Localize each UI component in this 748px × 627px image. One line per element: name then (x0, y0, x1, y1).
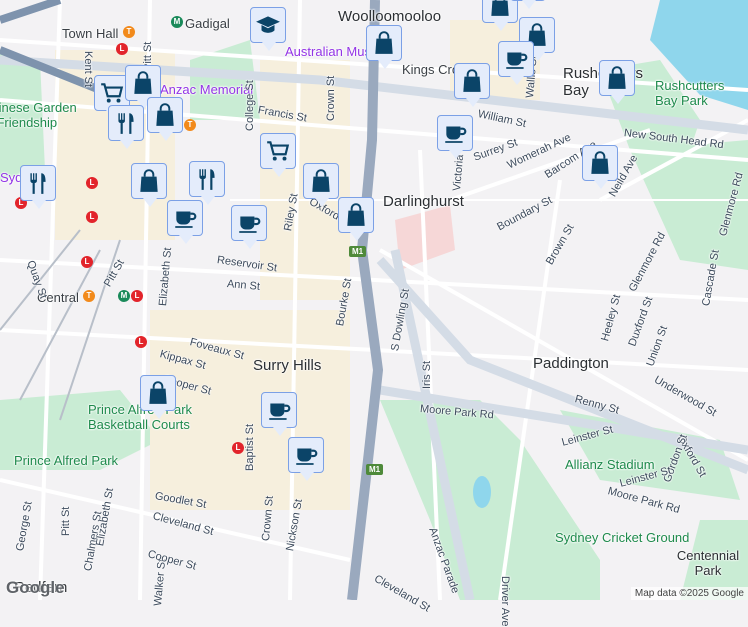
shopping-bag-marker[interactable] (454, 63, 490, 107)
google-logo: Google (6, 578, 65, 597)
shopping-bag-marker[interactable] (303, 163, 339, 207)
cafe-marker[interactable] (288, 437, 324, 481)
restaurant-icon (25, 170, 51, 196)
restaurant-marker[interactable] (189, 161, 225, 205)
shopping-bag-icon (343, 202, 369, 228)
cafe-icon (503, 46, 529, 72)
poi-anzac-memorial[interactable]: Anzac Memorial (160, 82, 253, 97)
cafe-icon (172, 205, 198, 231)
shopping-bag-icon (130, 70, 156, 96)
shopping-bag-icon (145, 380, 171, 406)
light-rail-icon[interactable]: L (81, 256, 93, 268)
poi-sydney-cricket-ground[interactable]: Sydney Cricket Ground (555, 530, 689, 545)
street-label: Crown St (325, 75, 337, 121)
shopping-bag-icon (487, 0, 513, 18)
metro-icon[interactable]: M (118, 290, 130, 302)
shopping-bag-marker[interactable] (147, 97, 183, 141)
train-icon[interactable]: T (184, 119, 196, 131)
restaurant-marker[interactable] (20, 165, 56, 209)
cafe-marker[interactable] (231, 205, 267, 249)
cafe-icon (442, 120, 468, 146)
cafe-icon (236, 210, 262, 236)
restaurant-icon (194, 166, 220, 192)
shopping-bag-marker[interactable] (582, 145, 618, 189)
shopping-bag-icon (136, 168, 162, 194)
station-town-hall[interactable]: Town Hall (62, 26, 118, 41)
shopping-bag-marker[interactable] (125, 65, 161, 109)
light-rail-icon[interactable]: L (232, 442, 244, 454)
park-rushcutters-bay[interactable]: Rushcutters Bay Park (655, 78, 745, 108)
train-icon[interactable]: T (123, 26, 135, 38)
shopping-bag-marker[interactable] (366, 25, 402, 69)
shopping-bag-icon (604, 65, 630, 91)
shopping-bag-icon (308, 168, 334, 194)
street-label: Baptist St (244, 423, 256, 471)
poi-allianz-stadium[interactable]: Allianz Stadium (565, 457, 655, 472)
school-marker[interactable] (250, 7, 286, 51)
park-prince-alfred[interactable]: Prince Alfred Park (14, 453, 118, 468)
shopping-bag-icon (371, 30, 397, 56)
shopping-bag-marker[interactable] (338, 197, 374, 241)
map-attribution[interactable]: Map data ©2025 Google (630, 587, 748, 600)
poi-centennial-park[interactable]: Centennial Park (673, 548, 743, 578)
cafe-marker[interactable] (437, 115, 473, 159)
shopping-bag-marker[interactable] (131, 163, 167, 207)
shopping-cart-marker[interactable] (260, 133, 296, 177)
shopping-bag-marker[interactable] (482, 0, 518, 31)
light-rail-icon[interactable]: L (86, 177, 98, 189)
shopping-bag-icon (587, 150, 613, 176)
shopping-bag-icon (459, 68, 485, 94)
street-label: Iris St (421, 360, 433, 389)
street-label: Pitt St (60, 506, 72, 536)
suburb-label-darlinghurst: Darlinghurst (383, 193, 464, 210)
suburb-label-surry-hills: Surry Hills (253, 357, 322, 374)
cafe-icon (266, 397, 292, 423)
street-label: Driver Ave (499, 576, 511, 627)
shopping-bag-marker[interactable] (510, 0, 546, 9)
cafe-marker[interactable] (167, 200, 203, 244)
shopping-bag-icon (152, 102, 178, 128)
restaurant-marker[interactable] (108, 105, 144, 149)
school-icon (255, 12, 281, 38)
park-chinese-garden[interactable]: Chinese Garden of Friendship (0, 100, 82, 130)
cafe-icon (293, 442, 319, 468)
suburb-label-paddington: Paddington (533, 355, 609, 372)
train-icon[interactable]: T (83, 290, 95, 302)
shopping-cart-icon (265, 138, 291, 164)
restaurant-icon (113, 110, 139, 136)
metro-icon[interactable]: M (171, 16, 183, 28)
shopping-bag-marker[interactable] (140, 375, 176, 419)
suburb-label-woolloomooloo: Woolloomooloo (338, 8, 442, 25)
station-gadigal[interactable]: Gadigal (185, 16, 230, 31)
street-label: Kent St (82, 51, 94, 88)
street-label: College St (244, 80, 256, 131)
light-rail-icon[interactable]: L (135, 336, 147, 348)
shopping-cart-icon (99, 80, 125, 106)
light-rail-icon[interactable]: L (86, 211, 98, 223)
m1-shield: M1 (366, 464, 384, 475)
cafe-marker[interactable] (498, 41, 534, 85)
shopping-bag-marker[interactable] (599, 60, 635, 104)
light-rail-icon[interactable]: L (131, 290, 143, 302)
light-rail-icon[interactable]: L (116, 43, 128, 55)
m1-shield: M1 (349, 246, 367, 257)
cafe-marker[interactable] (261, 392, 297, 436)
